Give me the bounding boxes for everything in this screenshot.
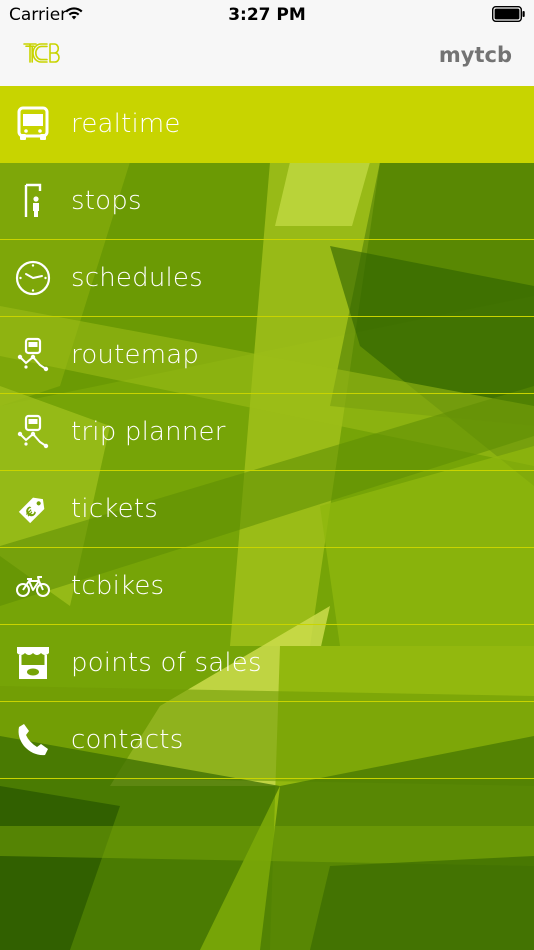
menu-item-label: contacts	[71, 725, 184, 755]
navigation-bar: mytcb	[0, 30, 534, 87]
app-screen: Carrier 3:27 PM mytcb realtime stops sch…	[0, 0, 534, 950]
menu-item-stops[interactable]: stops	[0, 163, 534, 240]
menu-item-schedules[interactable]: schedules	[0, 240, 534, 317]
menu-item-label: tickets	[71, 494, 158, 524]
kiosk-icon	[15, 644, 51, 682]
ticket-icon: €	[15, 490, 51, 528]
route-map-icon	[15, 336, 51, 374]
menu-item-label: realtime	[71, 109, 181, 139]
menu-item-label: points of sales	[71, 648, 262, 678]
tcb-logo[interactable]	[23, 42, 61, 69]
bike-icon	[15, 567, 51, 605]
bus-icon	[15, 105, 51, 143]
menu-item-trip-planner[interactable]: trip planner	[0, 394, 534, 471]
main-menu: realtime stops schedules routemap trip p…	[0, 86, 534, 779]
bus-stop-icon	[15, 182, 51, 220]
menu-item-label: trip planner	[71, 417, 226, 447]
nav-title[interactable]: mytcb	[439, 43, 512, 67]
phone-icon	[15, 721, 51, 759]
menu-item-label: tcbikes	[71, 571, 165, 601]
menu-item-contacts[interactable]: contacts	[0, 702, 534, 779]
battery-icon	[491, 5, 526, 26]
trip-planner-icon	[15, 413, 51, 451]
menu-item-label: routemap	[71, 340, 200, 370]
menu-item-points-of-sales[interactable]: points of sales	[0, 625, 534, 702]
status-bar: Carrier 3:27 PM	[0, 0, 534, 30]
menu-item-realtime[interactable]: realtime	[0, 86, 534, 163]
menu-item-routemap[interactable]: routemap	[0, 317, 534, 394]
menu-item-label: stops	[71, 186, 142, 216]
menu-item-tickets[interactable]: € tickets	[0, 471, 534, 548]
menu-item-label: schedules	[71, 263, 203, 293]
menu-item-tcbikes[interactable]: tcbikes	[0, 548, 534, 625]
clock-time: 3:27 PM	[228, 5, 306, 25]
clock-icon	[15, 259, 51, 297]
